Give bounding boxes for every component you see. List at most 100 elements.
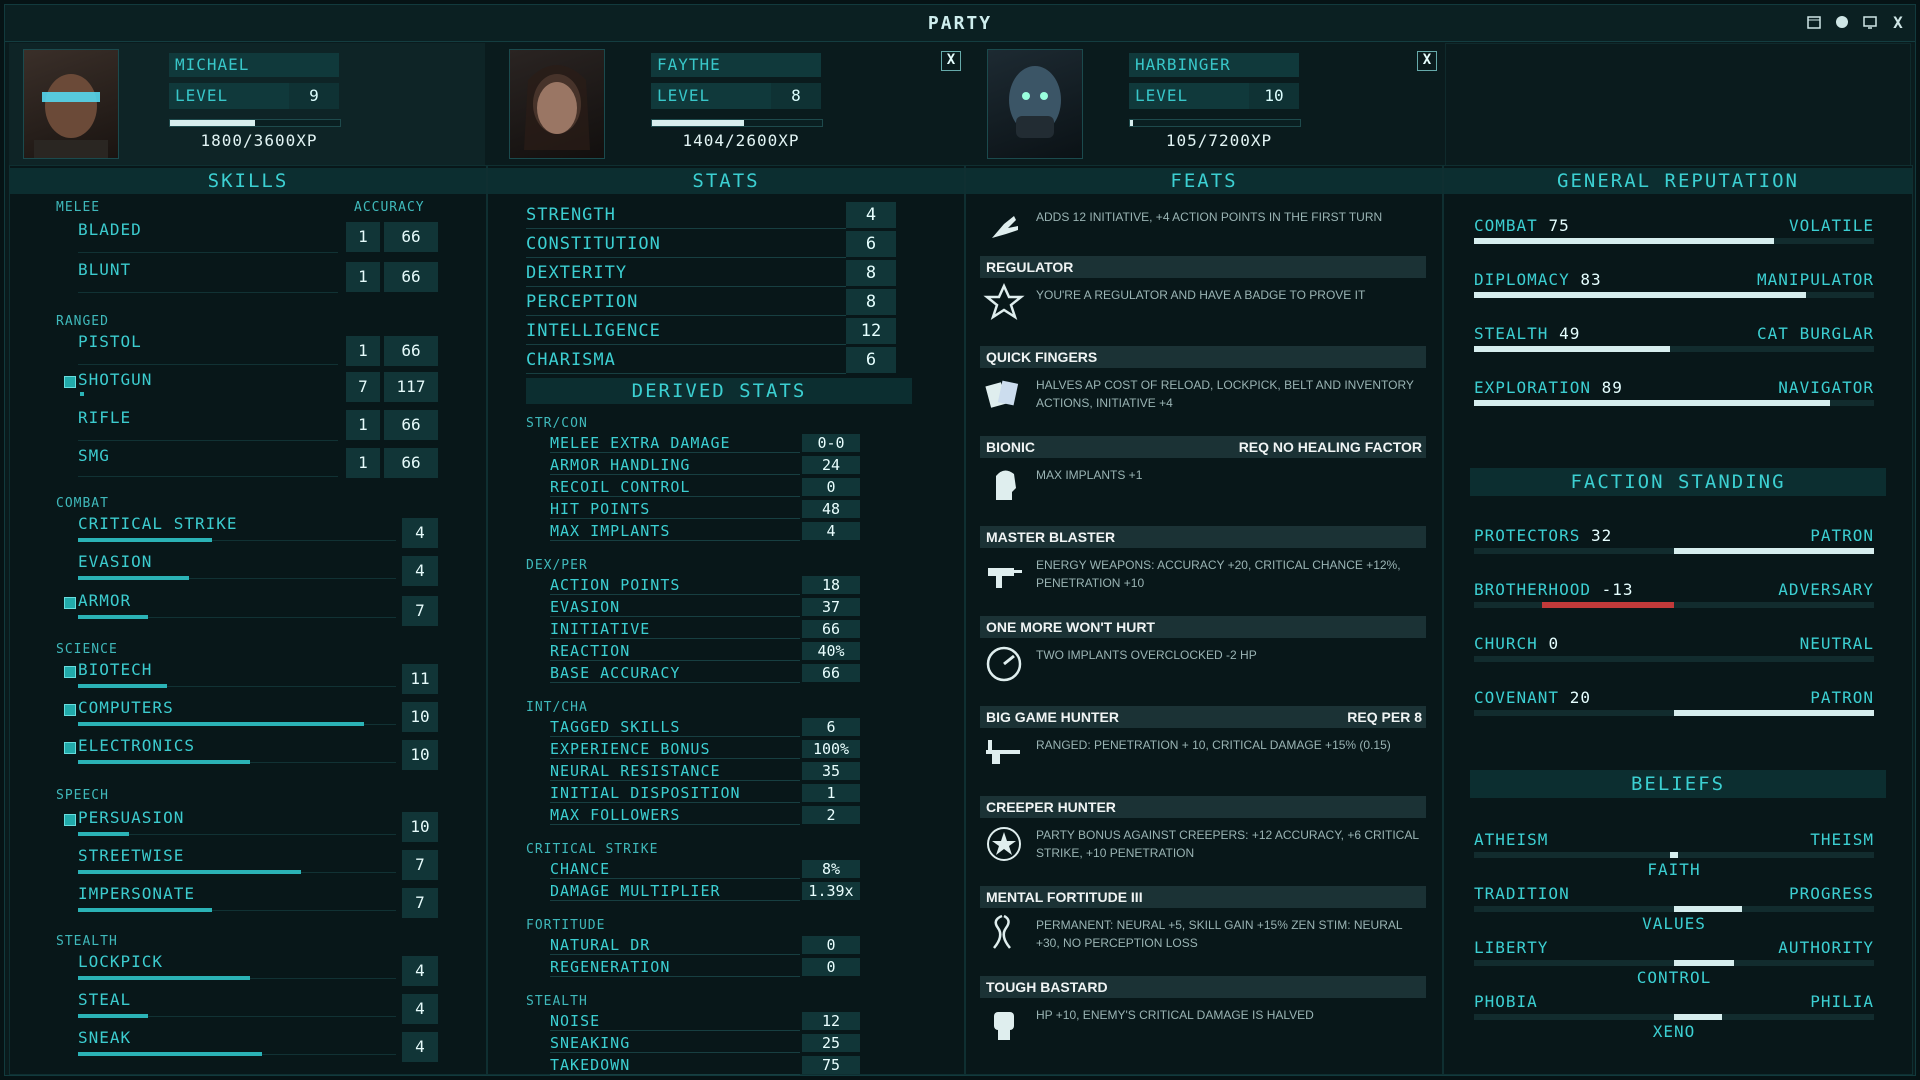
derived-stat-row[interactable]: NOISE 12 [550,1012,860,1031]
feat-item[interactable]: MENTAL FORTITUDE III PERMANENT: NEURAL +5… [980,886,1426,958]
derived-stat-row[interactable]: NEURAL RESISTANCE 35 [550,762,860,781]
faction-row[interactable]: PROTECTORS 32 PATRON [1474,526,1874,556]
derived-stat-row[interactable]: EXPERIENCE BONUS 100% [550,740,860,759]
feat-item[interactable]: BIONIC REQ NO HEALING FACTOR MAX IMPLANTS … [980,436,1426,508]
party-member-card[interactable]: MICHAEL LEVEL 9 1800/3600XP [9,43,485,165]
faction-value: 20 [1569,688,1591,707]
ranged-section-label: RANGED [56,314,109,329]
stat-row[interactable]: CHARISMA 6 [526,347,896,374]
skill-value: 10 [402,740,438,770]
derived-group-label: DEX/PER [526,558,588,573]
stat-row[interactable]: STRENGTH 4 [526,202,896,229]
derived-stat-row[interactable]: SNEAKING 25 [550,1034,860,1053]
skill-progress [78,870,301,874]
portrait-harbinger[interactable] [987,49,1083,159]
skill-underline [78,476,338,477]
derived-stat-value: 37 [802,598,860,616]
dismiss-member-button[interactable]: X [1417,51,1437,71]
reputation-value: 75 [1548,216,1570,235]
dismiss-member-button[interactable]: X [941,51,961,71]
faction-row[interactable]: BROTHERHOOD -13 ADVERSARY [1474,580,1874,610]
feat-item[interactable]: ONE MORE WON'T HURT TWO IMPLANTS OVERCLOC… [980,616,1426,688]
derived-stat-row[interactable]: DAMAGE MULTIPLIER 1.39x [550,882,860,901]
belief-row[interactable]: ATHEISM THEISM FAITH [1474,830,1874,880]
reputation-value: 83 [1580,270,1602,289]
close-icon[interactable]: X [1889,14,1907,32]
derived-stat-row[interactable]: REACTION 40% [550,642,860,661]
belief-row[interactable]: PHOBIA PHILIA XENO [1474,992,1874,1042]
reputation-bar-fill [1474,292,1806,298]
fist-icon [982,1002,1026,1046]
derived-stat-row[interactable]: ACTION POINTS 18 [550,576,860,595]
derived-stat-row[interactable]: CHANCE 8% [550,860,860,879]
feat-item[interactable]: MASTER BLASTER ENERGY WEAPONS: ACCURACY +… [980,526,1426,598]
empty-party-slot[interactable] [1445,43,1911,167]
derived-stat-row[interactable]: TAGGED SKILLS 6 [550,718,860,737]
feat-item[interactable]: QUICK FINGERS HALVES AP COST OF RELOAD, L… [980,346,1426,418]
derived-stat-value: 75 [802,1056,860,1074]
reputation-row[interactable]: STEALTH 49 CAT BURGLAR [1474,324,1874,354]
faction-bar [1474,548,1874,554]
stat-value: 12 [846,318,896,344]
skill-level: 1 [346,410,380,440]
reputation-row[interactable]: DIPLOMACY 83 MANIPULATOR [1474,270,1874,300]
belief-row[interactable]: LIBERTY AUTHORITY CONTROL [1474,938,1874,988]
skill-progress [78,832,129,836]
derived-stat-row[interactable]: REGENERATION 0 [550,958,860,977]
feat-item[interactable]: BIG GAME HUNTER REQ PER 8 RANGED: PENETRAT… [980,706,1426,778]
stat-row[interactable]: CONSTITUTION 6 [526,231,896,258]
derived-stat-name: NEURAL RESISTANCE [550,762,800,781]
reputation-row[interactable]: COMBAT 75 VOLATILE [1474,216,1874,246]
feat-item[interactable]: REGULATOR YOU'RE A REGULATOR AND HAVE A B… [980,256,1426,328]
cards-icon [982,372,1026,416]
brain-icon[interactable] [1833,14,1851,32]
party-member-card[interactable]: HARBINGER LEVEL 10 105/7200XP X [967,43,1443,165]
derived-stat-row[interactable]: INITIATIVE 66 [550,620,860,639]
faction-bar [1474,656,1874,662]
skill-value: 4 [402,956,438,986]
reputation-title: VOLATILE [1788,216,1874,235]
derived-stat-row[interactable]: BASE ACCURACY 66 [550,664,860,683]
stat-row[interactable]: DEXTERITY 8 [526,260,896,287]
derived-stat-name: INITIATIVE [550,620,800,639]
portrait-faythe[interactable] [509,49,605,159]
derived-stat-name: TAGGED SKILLS [550,718,800,737]
derived-stat-row[interactable]: ARMOR HANDLING 24 [550,456,860,475]
skill-name: ARMOR [78,591,132,610]
skill-progress [78,908,212,912]
party-member-card[interactable]: FAYTHE LEVEL 8 1404/2600XP X [489,43,965,165]
derived-stat-row[interactable]: MAX IMPLANTS 4 [550,522,860,541]
derived-stat-name: HIT POINTS [550,500,800,519]
stat-row[interactable]: INTELLIGENCE 12 [526,318,896,345]
derived-stat-value: 0 [802,958,860,976]
derived-stat-row[interactable]: EVASION 37 [550,598,860,617]
belief-left: ATHEISM [1474,830,1549,849]
derived-stat-row[interactable]: HIT POINTS 48 [550,500,860,519]
portrait-michael[interactable] [23,49,119,159]
stat-name: STRENGTH [526,202,846,229]
belief-row[interactable]: TRADITION PROGRESS VALUES [1474,884,1874,934]
skill-name: STREETWISE [78,846,185,865]
reputation-row[interactable]: EXPLORATION 89 NAVIGATOR [1474,378,1874,408]
skill-value: 10 [402,702,438,732]
faction-row[interactable]: COVENANT 20 PATRON [1474,688,1874,718]
feat-item[interactable]: TOUGH BASTARD HP +10, ENEMY'S CRITICAL DA… [980,976,1426,1048]
derived-stat-name: TAKEDOWN [550,1056,800,1075]
derived-stat-row[interactable]: TAKEDOWN 75 [550,1056,860,1075]
derived-stat-row[interactable]: INITIAL DISPOSITION 1 [550,784,860,803]
stat-row[interactable]: PERCEPTION 8 [526,289,896,316]
derived-stat-row[interactable]: MELEE EXTRA DAMAGE 0-0 [550,434,860,453]
skill-level: 1 [346,222,380,252]
blaster-icon [982,552,1026,596]
derived-stat-row[interactable]: MAX FOLLOWERS 2 [550,806,860,825]
calendar-icon[interactable] [1805,14,1823,32]
level-value: 8 [771,83,821,109]
skill-name: PISTOL [78,332,142,351]
monitor-icon[interactable] [1861,14,1879,32]
derived-stat-row[interactable]: RECOIL CONTROL 0 [550,478,860,497]
derived-stat-name: ARMOR HANDLING [550,456,800,475]
feat-item[interactable]: CREEPER HUNTER PARTY BONUS AGAINST CREEPE… [980,796,1426,868]
faction-row[interactable]: CHURCH 0 NEUTRAL [1474,634,1874,664]
derived-stat-row[interactable]: NATURAL DR 0 [550,936,860,955]
derived-stat-name: ACTION POINTS [550,576,800,595]
